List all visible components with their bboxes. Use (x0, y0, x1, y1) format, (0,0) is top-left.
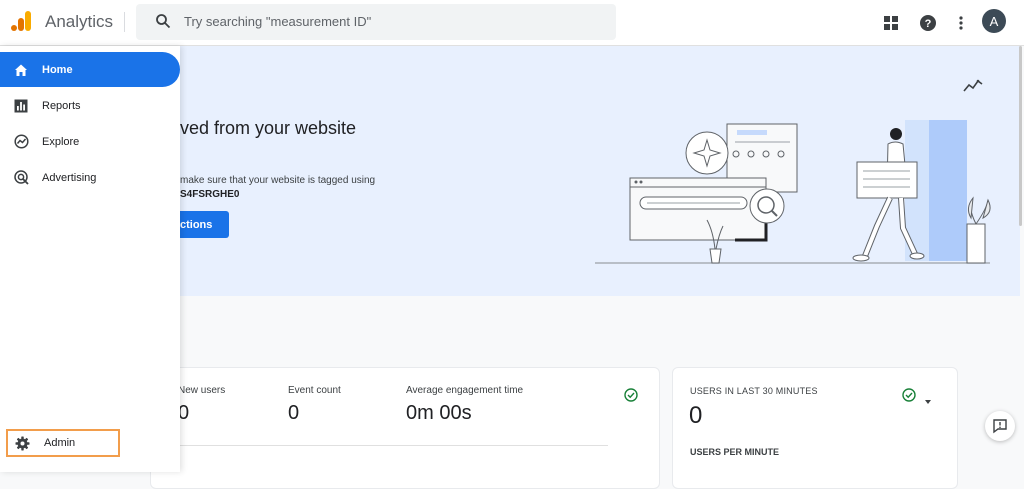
metric-value-engagement-time: 0m 00s (406, 402, 472, 424)
banner-description: make sure that your website is tagged us… (180, 175, 376, 186)
realtime-value: 0 (689, 402, 703, 429)
realtime-title: USERS IN LAST 30 MINUTES (690, 386, 818, 396)
search-bar[interactable]: Try searching "measurement ID" (136, 4, 616, 40)
more-vert-icon[interactable] (950, 12, 972, 34)
analytics-logo-icon[interactable] (10, 9, 32, 33)
sidebar-item-label: Reports (42, 99, 81, 112)
metric-value-event-count: 0 (288, 402, 300, 424)
sidebar-item-label: Home (42, 63, 73, 76)
gear-icon (15, 436, 30, 451)
apps-grid-icon[interactable] (880, 12, 902, 34)
view-instructions-button[interactable]: ctions (180, 211, 229, 238)
home-icon (13, 62, 29, 78)
advertising-icon (13, 170, 29, 186)
banner-title: ved from your website (180, 118, 357, 138)
sidebar-item-reports[interactable]: Reports (0, 88, 180, 123)
search-icon (156, 14, 171, 29)
svg-text:?: ? (925, 18, 932, 30)
metric-label-event-count: Event count (288, 385, 341, 396)
sidebar-item-advertising[interactable]: Advertising (0, 160, 180, 195)
realtime-check-circle-icon[interactable] (902, 388, 916, 407)
check-circle-icon[interactable] (624, 388, 638, 407)
insights-trend-icon[interactable] (963, 78, 983, 99)
feedback-icon (993, 419, 1007, 434)
page-scrollbar[interactable] (1019, 46, 1022, 226)
measurement-id: S4FSRGHE0 (180, 189, 240, 200)
app-title: Analytics (45, 12, 114, 31)
top-app-bar: Analytics Try searching "measurement ID"… (0, 0, 1024, 46)
account-avatar[interactable]: A (982, 9, 1006, 33)
sidebar-item-label: Explore (42, 135, 80, 148)
metric-label-new-users: New users (178, 385, 226, 396)
sidebar-item-admin[interactable]: Admin (6, 429, 120, 457)
metrics-card (150, 367, 660, 489)
reports-icon (13, 98, 29, 114)
sidebar-item-home[interactable]: Home (0, 52, 180, 87)
explore-icon (13, 134, 29, 150)
help-icon[interactable]: ? (917, 12, 939, 34)
banner-illustration (595, 120, 991, 264)
setup-banner: ved from your website make sure that you… (180, 46, 1020, 296)
sidebar-item-label: Admin (44, 437, 76, 449)
sidebar-item-explore[interactable]: Explore (0, 124, 180, 159)
dropdown-caret-icon[interactable] (924, 392, 932, 410)
title-divider (124, 12, 125, 32)
feedback-button[interactable] (985, 411, 1015, 441)
side-navigation: Home Reports Explore Advertising Admin (0, 46, 180, 472)
sidebar-item-label: Advertising (42, 171, 97, 184)
metric-label-engagement-time: Average engagement time (406, 385, 524, 396)
search-input[interactable]: Try searching "measurement ID" (184, 14, 371, 29)
realtime-subtitle: USERS PER MINUTE (690, 447, 780, 457)
